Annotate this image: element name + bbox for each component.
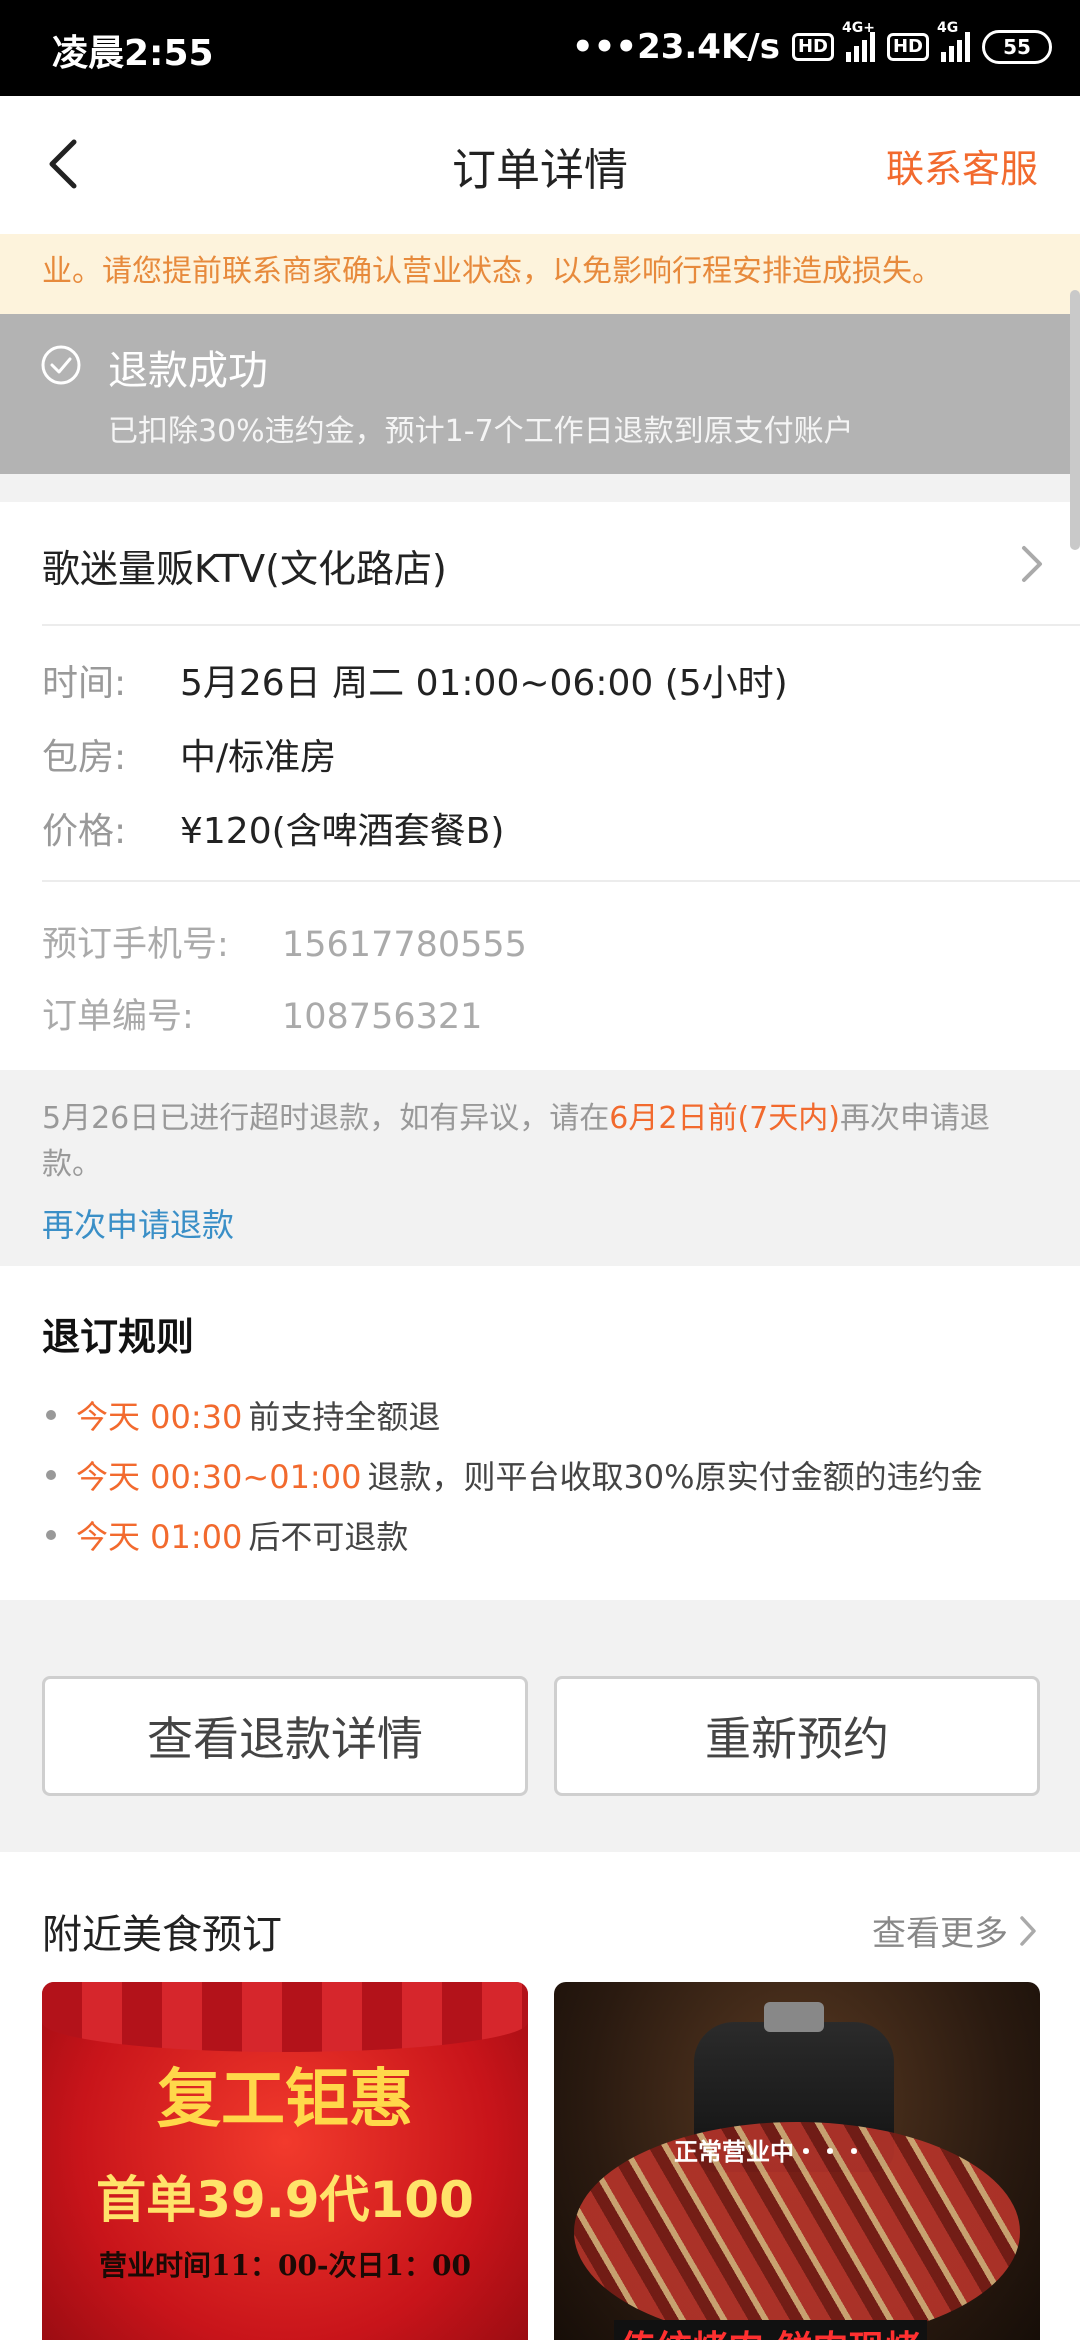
see-more-link[interactable]: 查看更多 — [872, 1906, 1038, 1955]
bbq-slogan: 传统烤肉 鲜肉现烤 — [614, 2320, 927, 2340]
room-label: 包房: — [42, 737, 127, 778]
order-card: 歌迷量贩KTV(文化路店) 时间: 5月26日 周二 01:00~06:00 (5… — [0, 502, 1080, 1070]
room-row: 包房: 中/标准房 — [42, 728, 336, 780]
signal-icon: 4G+ — [842, 20, 875, 62]
bullet-icon — [46, 1470, 56, 1480]
rule-item: 今天 00:30 前支持全额退 — [46, 1392, 440, 1438]
action-bar: 查看退款详情 重新预约 — [0, 1600, 1080, 1852]
time-label: 时间: — [42, 663, 127, 704]
store-row[interactable]: 歌迷量贩KTV(文化路店) — [0, 502, 1080, 624]
order-number-value: 108756321 — [282, 997, 483, 1037]
contact-service-button[interactable]: 联系客服 — [886, 138, 1038, 193]
refund-status-panel: 退款成功 已扣除30%违约金，预计1-7个工作日退款到原支付账户 — [0, 314, 1080, 474]
refund-status-title: 退款成功 — [108, 348, 268, 394]
chevron-right-icon — [1022, 546, 1042, 582]
nearby-food-title: 附近美食预订 — [42, 1912, 282, 1958]
bullet-icon — [46, 1530, 56, 1540]
promo-offer: 首单39.9代100 — [96, 2171, 474, 2229]
divider — [42, 880, 1080, 882]
rebook-button[interactable]: 重新预约 — [554, 1676, 1040, 1796]
net-speed: •••23.4K/s — [571, 27, 780, 67]
signal-icon-2: 4G — [937, 20, 970, 62]
phone-label: 预订手机号: — [42, 925, 229, 965]
status-time: 凌晨2:55 — [52, 33, 214, 74]
scrollbar[interactable] — [1070, 290, 1080, 550]
room-value: 中/标准房 — [180, 737, 337, 778]
refund-rules-title: 退订规则 — [42, 1315, 195, 1359]
view-refund-details-button[interactable]: 查看退款详情 — [42, 1676, 528, 1796]
deadline-highlight: 6月2日前(7天内) — [609, 1101, 840, 1136]
timeout-refund-section: 5月26日已进行超时退款，如有异议，请在6月2日前(7天内)再次申请退款。 再次… — [0, 1070, 1080, 1266]
time-row: 时间: 5月26日 周二 01:00~06:00 (5小时) — [42, 654, 788, 706]
time-value: 5月26日 周二 01:00~06:00 (5小时) — [180, 663, 788, 704]
promo-hours: 营业时间11：00-次日1：00 — [99, 2249, 471, 2282]
nearby-food-section: 附近美食预订 查看更多 复工钜惠 首单39.9代100 营业时间11：00-次日… — [0, 1852, 1080, 2340]
rule-item: 今天 00:30~01:00 退款，则平台收取30%原实付金额的违约金 — [46, 1452, 983, 1498]
phone-value: 15617780555 — [282, 925, 527, 965]
hd-icon: HD — [791, 33, 834, 61]
reapply-refund-link[interactable]: 再次申请退款 — [42, 1200, 234, 1246]
rule-item: 今天 01:00 后不可退款 — [46, 1512, 408, 1558]
refund-status-desc: 已扣除30%违约金，预计1-7个工作日退款到原支付账户 — [108, 414, 854, 449]
price-value: ¥120(含啤酒套餐B) — [180, 811, 505, 852]
timeout-refund-text: 5月26日已进行超时退款，如有异议，请在6月2日前(7天内)再次申请退款。 — [42, 1101, 990, 1182]
nav-header: 订单详情 联系客服 — [0, 96, 1080, 234]
bullet-icon — [46, 1410, 56, 1420]
notice-banner: 业。请您提前联系商家确认营业状态，以免影响行程安排造成损失。 — [0, 234, 1080, 314]
order-number-label: 订单编号: — [42, 997, 194, 1037]
food-card-bbq[interactable]: 正常营业中・・・ 传统烤肉 鲜肉现烤 — [554, 1982, 1040, 2340]
hd-icon-2: HD — [886, 33, 929, 61]
phone-row: 预订手机号: 15617780555 — [42, 916, 527, 967]
price-row: 价格: ¥120(含啤酒套餐B) — [42, 802, 504, 854]
food-card-promo[interactable]: 复工钜惠 首单39.9代100 营业时间11：00-次日1：00 — [42, 1982, 528, 2340]
order-number-row: 订单编号: 108756321 — [42, 988, 482, 1039]
battery-icon: 55 — [982, 30, 1052, 64]
status-bar: 凌晨2:55 •••23.4K/s HD 4G+ HD 4G 55 — [0, 0, 1080, 96]
curtain-decoration — [42, 1982, 528, 2052]
refund-rules: 退订规则 今天 00:30 前支持全额退 今天 00:30~01:00 退款，则平台… — [0, 1266, 1080, 1600]
price-label: 价格: — [42, 811, 127, 852]
store-name: 歌迷量贩KTV(文化路店) — [42, 547, 447, 591]
promo-headline: 复工钜惠 — [157, 2062, 413, 2137]
chevron-right-icon — [1020, 1915, 1036, 1946]
divider — [42, 624, 1080, 626]
check-circle-icon — [41, 345, 81, 385]
open-status: 正常营业中・・・ — [674, 2138, 866, 2166]
status-icons: •••23.4K/s HD 4G+ HD 4G 55 — [571, 20, 1052, 72]
